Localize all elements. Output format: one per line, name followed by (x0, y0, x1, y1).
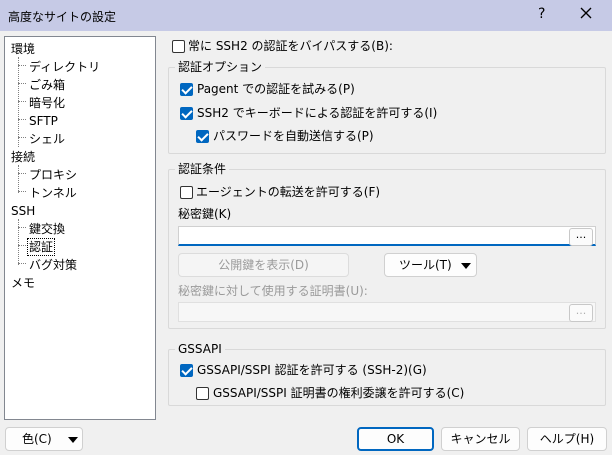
tree-connector (18, 57, 19, 147)
auth-options-title: 認証オプション (175, 60, 266, 74)
pagent-checkbox[interactable] (180, 83, 193, 96)
private-key-input[interactable] (178, 226, 596, 246)
tree-item-note[interactable]: メモ (11, 275, 35, 291)
chevron-down-icon (68, 437, 78, 443)
tree-item-environment[interactable]: 環境 (11, 41, 35, 57)
private-key-label: 秘密鍵(K) (178, 207, 232, 221)
tree-connector (18, 119, 26, 120)
color-dropdown-button[interactable]: 色(C) (5, 427, 83, 451)
tree-item-recycle-bin[interactable]: ごみ箱 (29, 77, 65, 93)
certificate-browse-button[interactable]: ... (569, 304, 593, 322)
keyboard-auth-checkbox[interactable] (180, 107, 193, 120)
show-public-key-button[interactable]: 公開鍵を表示(D) (178, 253, 349, 277)
tree-item-directories[interactable]: ディレクトリ (29, 59, 100, 75)
tree-connector (18, 83, 26, 84)
auto-password-label: パスワードを自動送信する(P) (213, 129, 374, 143)
pagent-label: Pagent での認証を試みる(P) (197, 82, 355, 96)
tree-item-proxy[interactable]: プロキシ (29, 167, 77, 183)
ok-button[interactable]: OK (357, 427, 434, 451)
auto-password-checkbox[interactable] (196, 130, 209, 143)
bypass-auth-checkbox[interactable] (172, 40, 185, 53)
tree-connector (18, 219, 19, 265)
tree-connector (18, 101, 26, 102)
agent-forward-checkbox[interactable] (180, 186, 193, 199)
tree-item-key-exchange[interactable]: 鍵交換 (29, 221, 65, 237)
agent-forward-label: エージェントの転送を許可する(F) (196, 185, 381, 199)
help-button[interactable]: ヘルプ(H) (527, 427, 607, 451)
gssapi-allow-label: GSSAPI/SSPI 認証を許可する (SSH-2)(G) (197, 363, 427, 377)
title-bar: 高度なサイトの設定 ? (0, 0, 612, 31)
cancel-button[interactable]: キャンセル (441, 427, 520, 451)
tree-item-connection[interactable]: 接続 (11, 149, 35, 165)
tree-connector (18, 263, 26, 264)
certificate-label: 秘密鍵に対して使用する証明書(U): (178, 284, 368, 298)
tree-connector (18, 137, 26, 138)
tree-item-ssh[interactable]: SSH (11, 203, 35, 219)
private-key-browse-button[interactable]: ... (569, 228, 593, 246)
tree-item-bugs[interactable]: バグ対策 (29, 257, 77, 273)
help-icon[interactable]: ? (538, 6, 545, 22)
tree-item-encryption[interactable]: 暗号化 (29, 95, 65, 111)
tree-connector (18, 173, 26, 174)
certificate-input[interactable] (178, 302, 596, 322)
keyboard-auth-label: SSH2 でキーボードによる認証を許可する(I) (197, 106, 438, 120)
gssapi-delegate-checkbox[interactable] (196, 387, 209, 400)
close-icon[interactable] (578, 5, 594, 21)
tree-connector (18, 65, 26, 66)
tree-item-sftp[interactable]: SFTP (29, 113, 58, 129)
window-title: 高度なサイトの設定 (8, 10, 117, 24)
tools-label: ツール(T) (399, 258, 452, 272)
tree-connector (18, 227, 26, 228)
tree-connector (18, 245, 26, 246)
bypass-auth-label: 常に SSH2 の認証をバイパスする(B): (188, 39, 393, 53)
tree-item-shell[interactable]: シェル (29, 131, 65, 147)
tree-item-authentication[interactable]: 認証 (27, 238, 56, 256)
tree-item-tunnel[interactable]: トンネル (29, 185, 77, 201)
gssapi-allow-checkbox[interactable] (180, 364, 193, 377)
color-label: 色(C) (22, 432, 52, 446)
auth-conditions-title: 認証条件 (175, 162, 230, 176)
tree-connector (18, 165, 19, 193)
settings-tree[interactable]: 環境 ディレクトリ ごみ箱 暗号化 SFTP シェル 接続 プロキシ トンネル … (4, 36, 156, 420)
gssapi-delegate-label: GSSAPI/SSPI 証明書の権利委譲を許可する(C) (213, 386, 465, 400)
chevron-down-icon (461, 263, 471, 269)
gssapi-title: GSSAPI (175, 342, 225, 356)
tools-dropdown-button[interactable]: ツール(T) (384, 253, 477, 277)
tree-connector (18, 191, 26, 192)
